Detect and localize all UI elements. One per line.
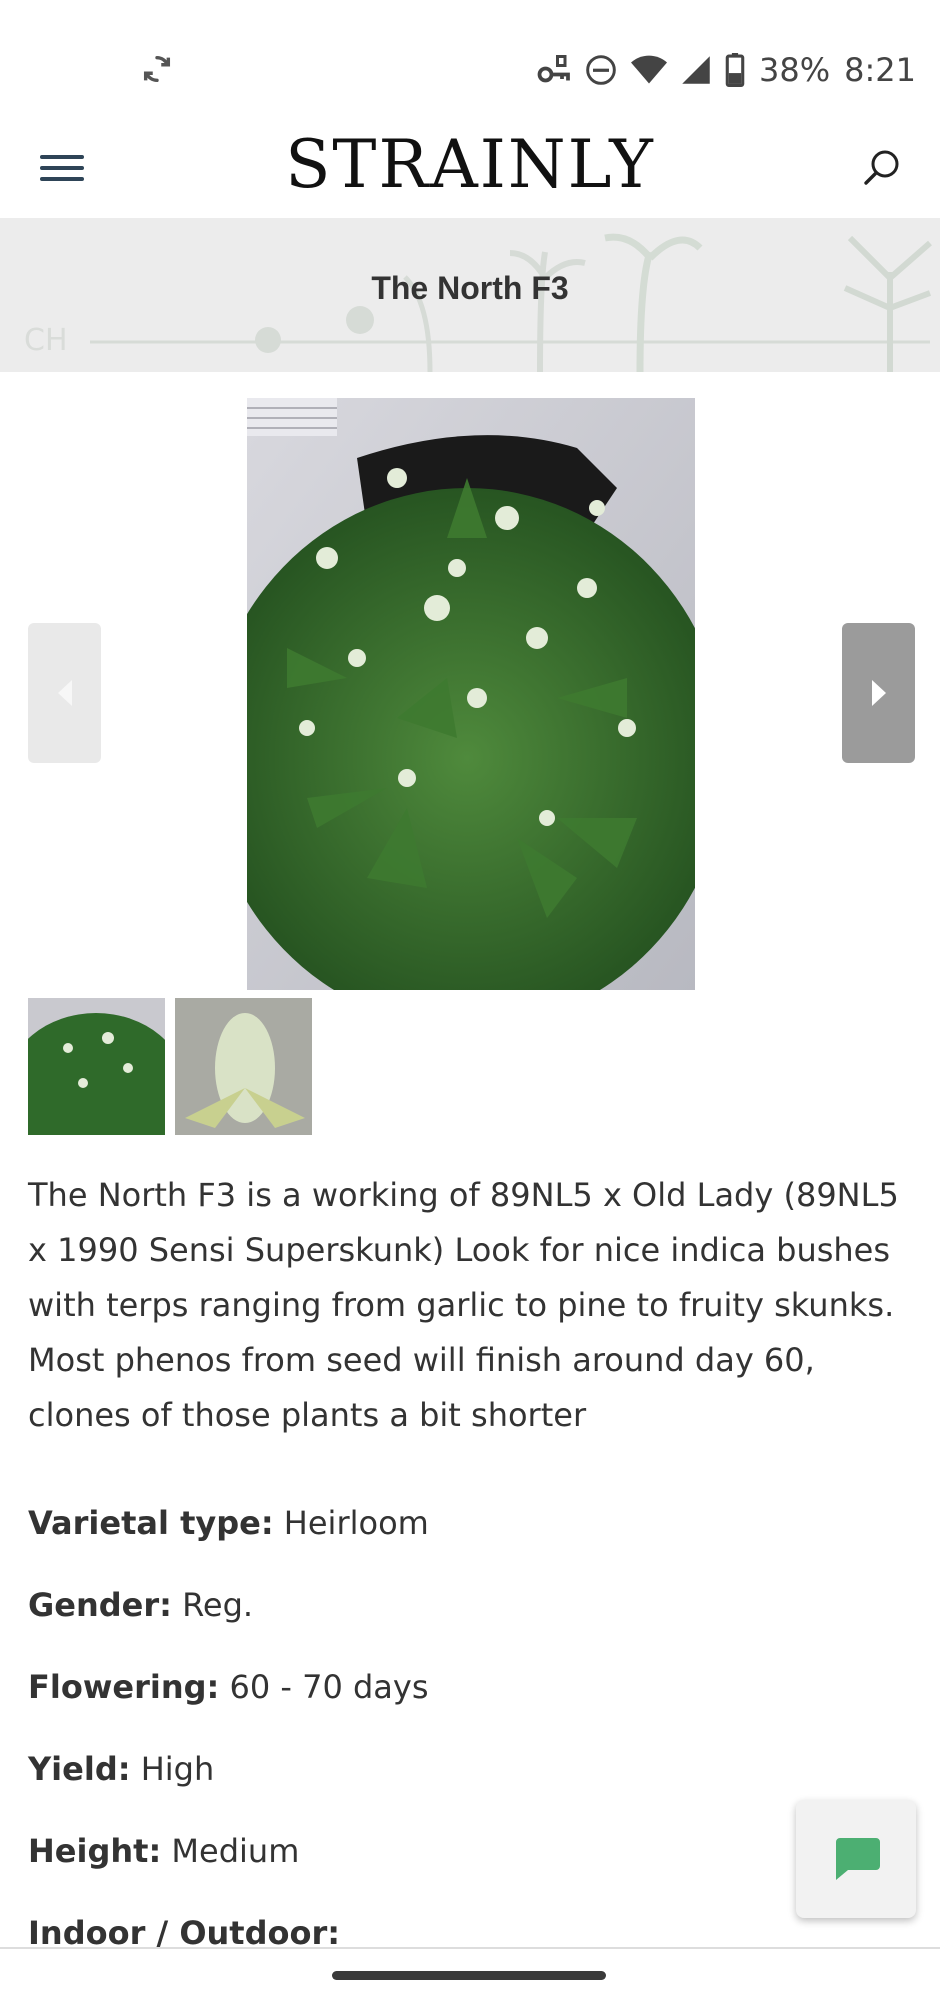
chat-icon (836, 1838, 880, 1880)
spec-label: Yield: (28, 1750, 131, 1788)
spec-height: Height: Medium (28, 1824, 908, 1906)
app-logo[interactable]: STRAINLY (0, 126, 940, 203)
thumbnail-strip (28, 998, 312, 1135)
spec-value: 60 - 70 days (229, 1668, 429, 1706)
spec-gender: Gender: Reg. (28, 1578, 908, 1660)
spec-label: Flowering: (28, 1668, 220, 1706)
thumbnail-1[interactable] (28, 998, 165, 1135)
svg-text:CH: CH (24, 323, 68, 358)
thumbnail-bud-photo (175, 998, 312, 1135)
spec-value: Medium (171, 1832, 300, 1870)
thumbnail-2[interactable] (175, 998, 312, 1135)
spec-flowering: Flowering: 60 - 70 days (28, 1660, 908, 1742)
spec-varietal-type: Varietal type: Heirloom (28, 1496, 908, 1578)
photo-gallery (0, 398, 940, 990)
previous-photo-button[interactable] (28, 623, 101, 763)
spec-value: High (140, 1750, 215, 1788)
cannabis-plant-photo (247, 398, 695, 990)
clock: 8:21 (844, 51, 916, 89)
strain-specs: Varietal type: Heirloom Gender: Reg. Flo… (28, 1496, 908, 1988)
thumbnail-plant-photo (28, 998, 165, 1135)
system-navigation-bar (0, 1949, 940, 2000)
app-header: STRAINLY (0, 118, 940, 218)
battery-icon (725, 53, 745, 87)
spec-label: Varietal type: (28, 1504, 274, 1542)
home-gesture-handle[interactable] (332, 1971, 606, 1980)
spec-yield: Yield: High (28, 1742, 908, 1824)
do-not-disturb-icon (586, 55, 616, 85)
arrow-left-icon (57, 680, 72, 706)
strain-description: The North F3 is a working of 89NL5 x Old… (28, 1176, 899, 1434)
arrow-right-icon (871, 680, 886, 706)
search-icon[interactable] (854, 140, 910, 196)
spec-value: Reg. (182, 1586, 254, 1624)
vpn-key-icon (537, 55, 570, 83)
status-bar: 38% 8:21 (0, 0, 940, 118)
wifi-icon (631, 55, 668, 84)
sync-icon (143, 55, 171, 83)
main-strain-photo[interactable] (247, 398, 695, 990)
cell-signal-icon (682, 56, 710, 84)
strain-name: The North F3 (371, 270, 569, 306)
chat-button[interactable] (796, 1800, 916, 1918)
battery-percent: 38% (759, 51, 831, 89)
spec-value: Heirloom (283, 1504, 429, 1542)
strain-title-banner: CH The North F3 (0, 218, 940, 372)
spec-label: Height: (28, 1832, 162, 1870)
spec-label: Gender: (28, 1586, 172, 1624)
next-photo-button[interactable] (842, 623, 915, 763)
